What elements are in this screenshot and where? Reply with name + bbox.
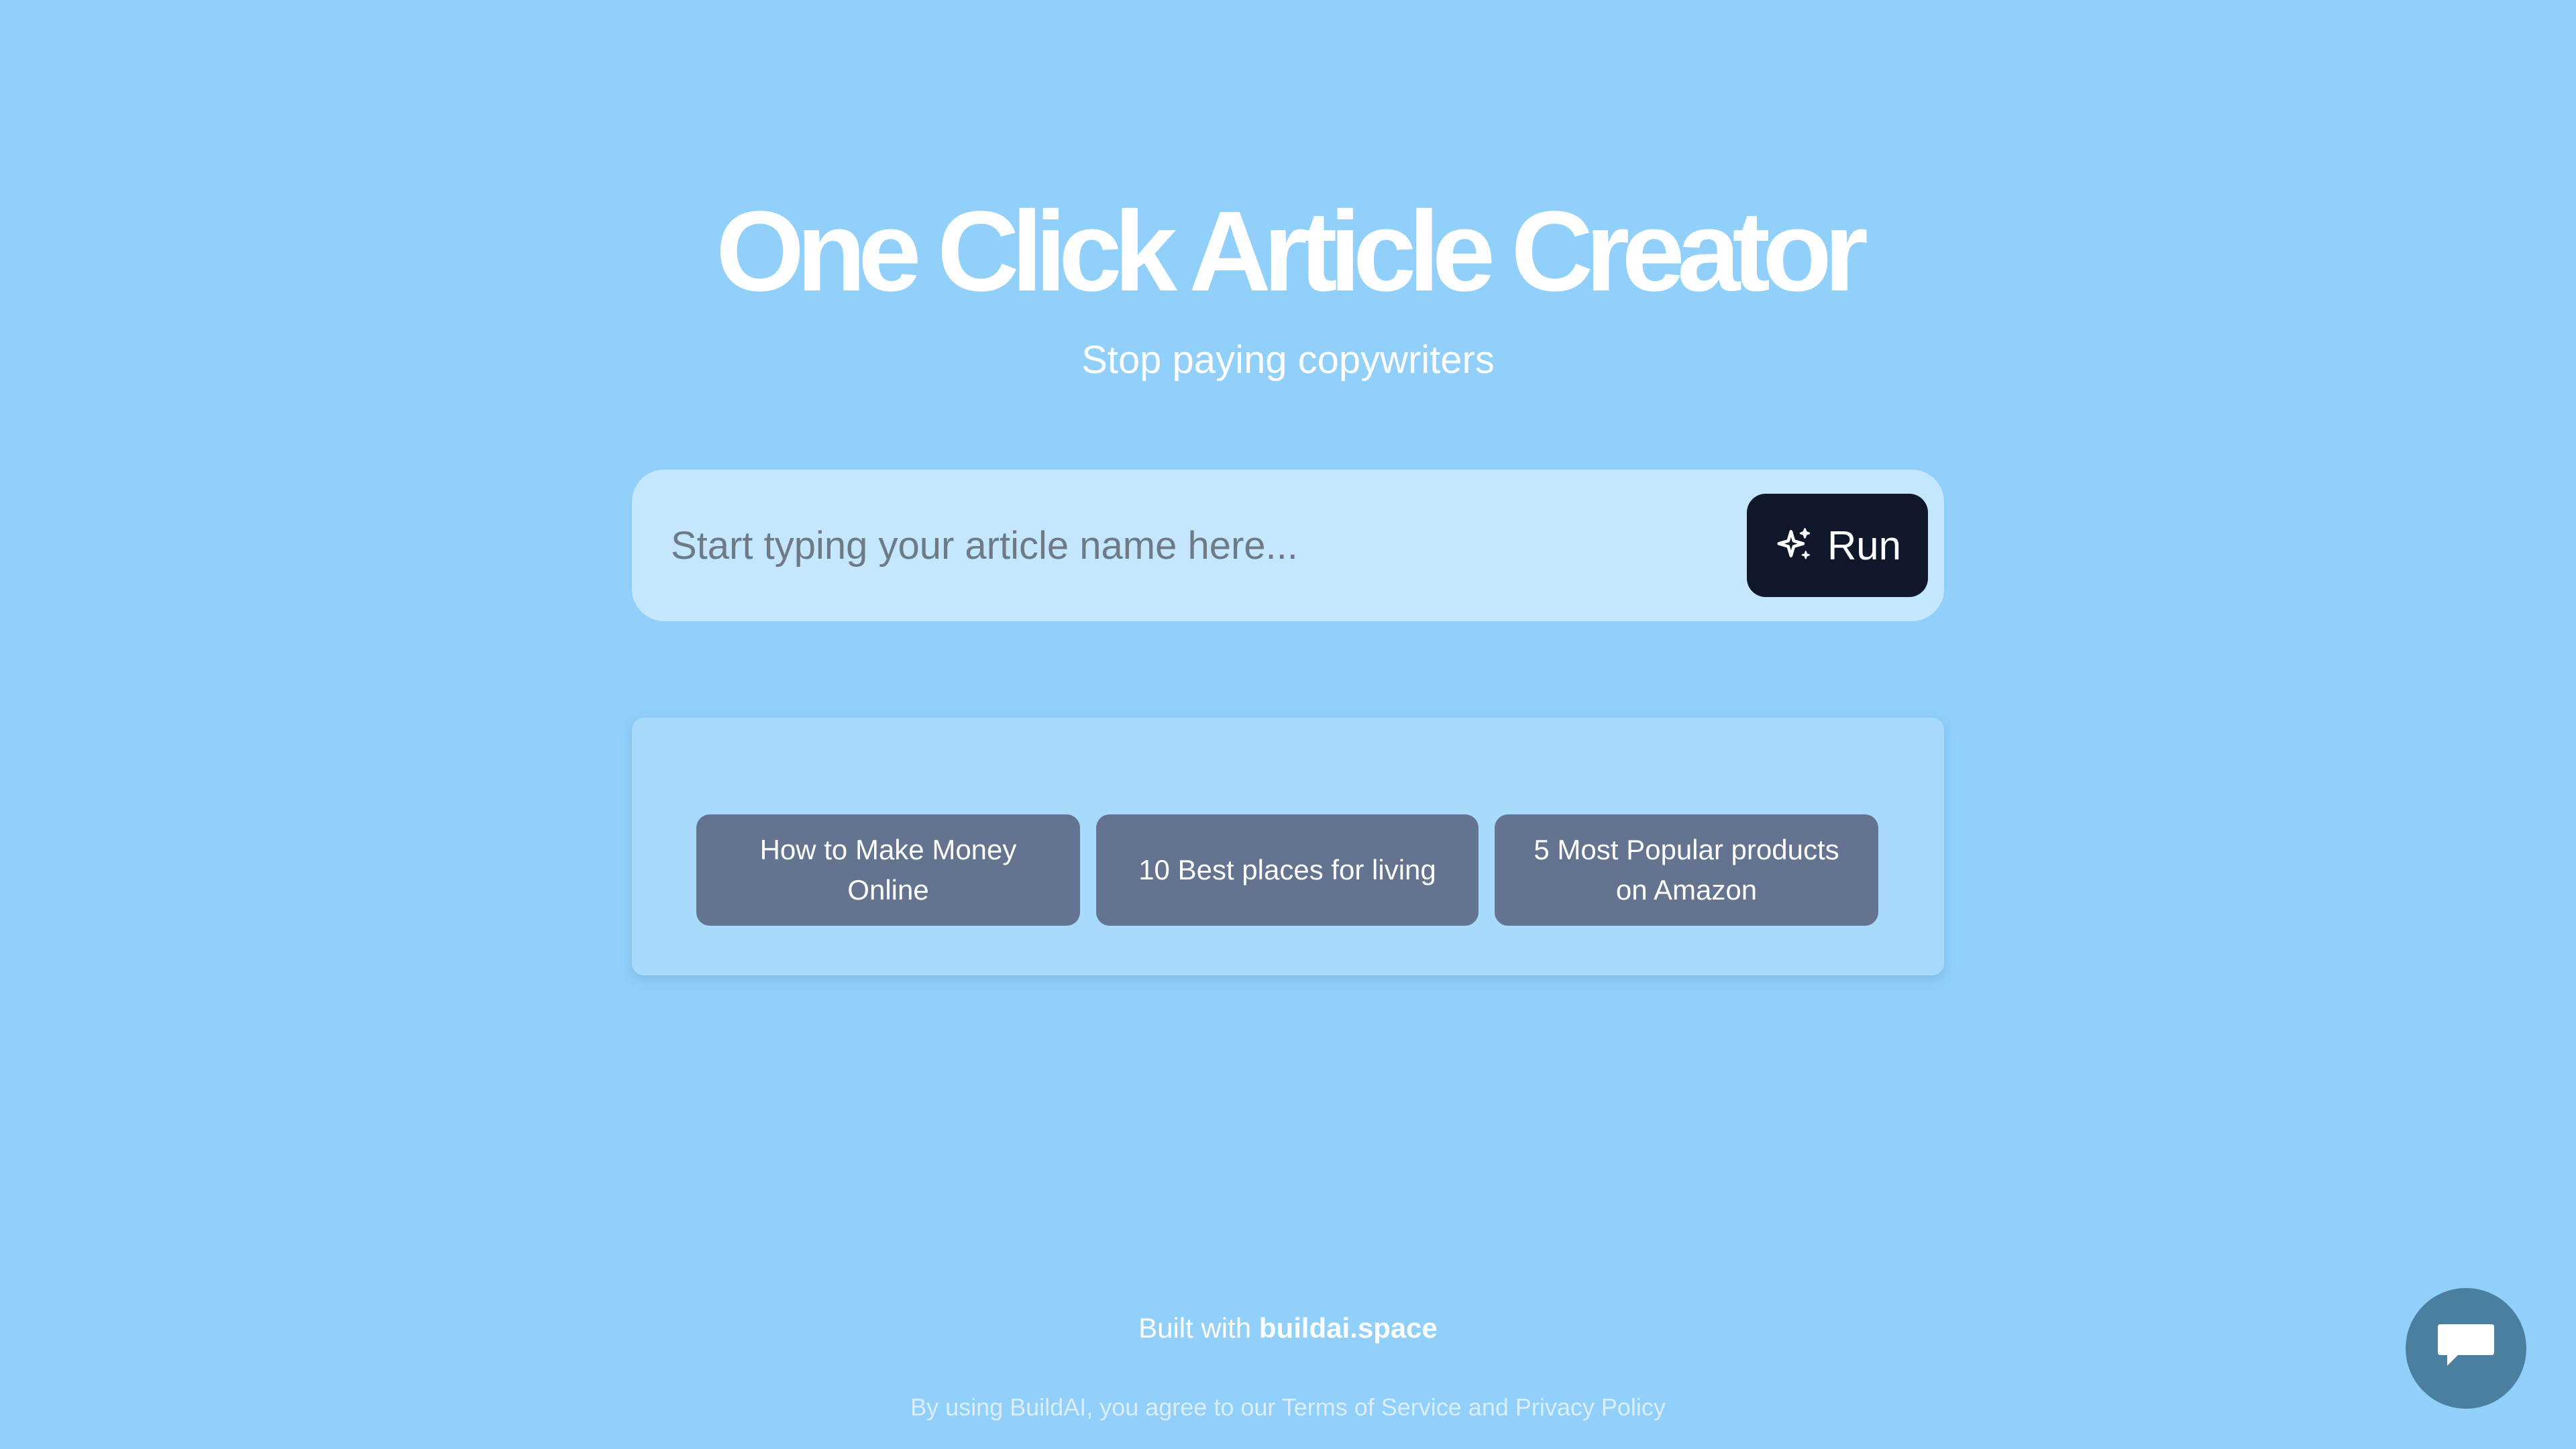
suggestion-label: How to Make Money Online [759, 834, 1017, 906]
run-button[interactable]: Run [1747, 494, 1928, 597]
suggestions-panel: How to Make Money Online 10 Best places … [632, 718, 1944, 975]
page-subtitle: Stop paying copywriters [1081, 338, 1495, 382]
suggestion-label: 10 Best places for living [1138, 854, 1436, 885]
page-title: One Click Article Creator [715, 188, 1868, 315]
built-with-credit: Built with buildai.space [0, 1309, 2576, 1347]
article-search-box: Run [632, 470, 1944, 621]
built-with-prefix: Built with [1138, 1312, 1259, 1344]
suggestion-best-places-living[interactable]: 10 Best places for living [1096, 814, 1479, 926]
suggestion-make-money-online[interactable]: How to Make Money Online [696, 814, 1080, 926]
suggestion-popular-amazon-products[interactable]: 5 Most Popular products on Amazon [1495, 814, 1878, 926]
article-name-input[interactable] [671, 502, 1677, 589]
suggestion-label: 5 Most Popular products on Amazon [1534, 834, 1839, 906]
run-button-label: Run [1827, 523, 1902, 568]
terms-notice: By using BuildAI, you agree to our Terms… [910, 1393, 1666, 1421]
chat-widget-button[interactable] [2406, 1288, 2526, 1409]
sparkles-icon [1774, 525, 1815, 566]
chat-bubble-icon [2434, 1319, 2498, 1379]
buildai-link[interactable]: buildai.space [1259, 1312, 1438, 1344]
